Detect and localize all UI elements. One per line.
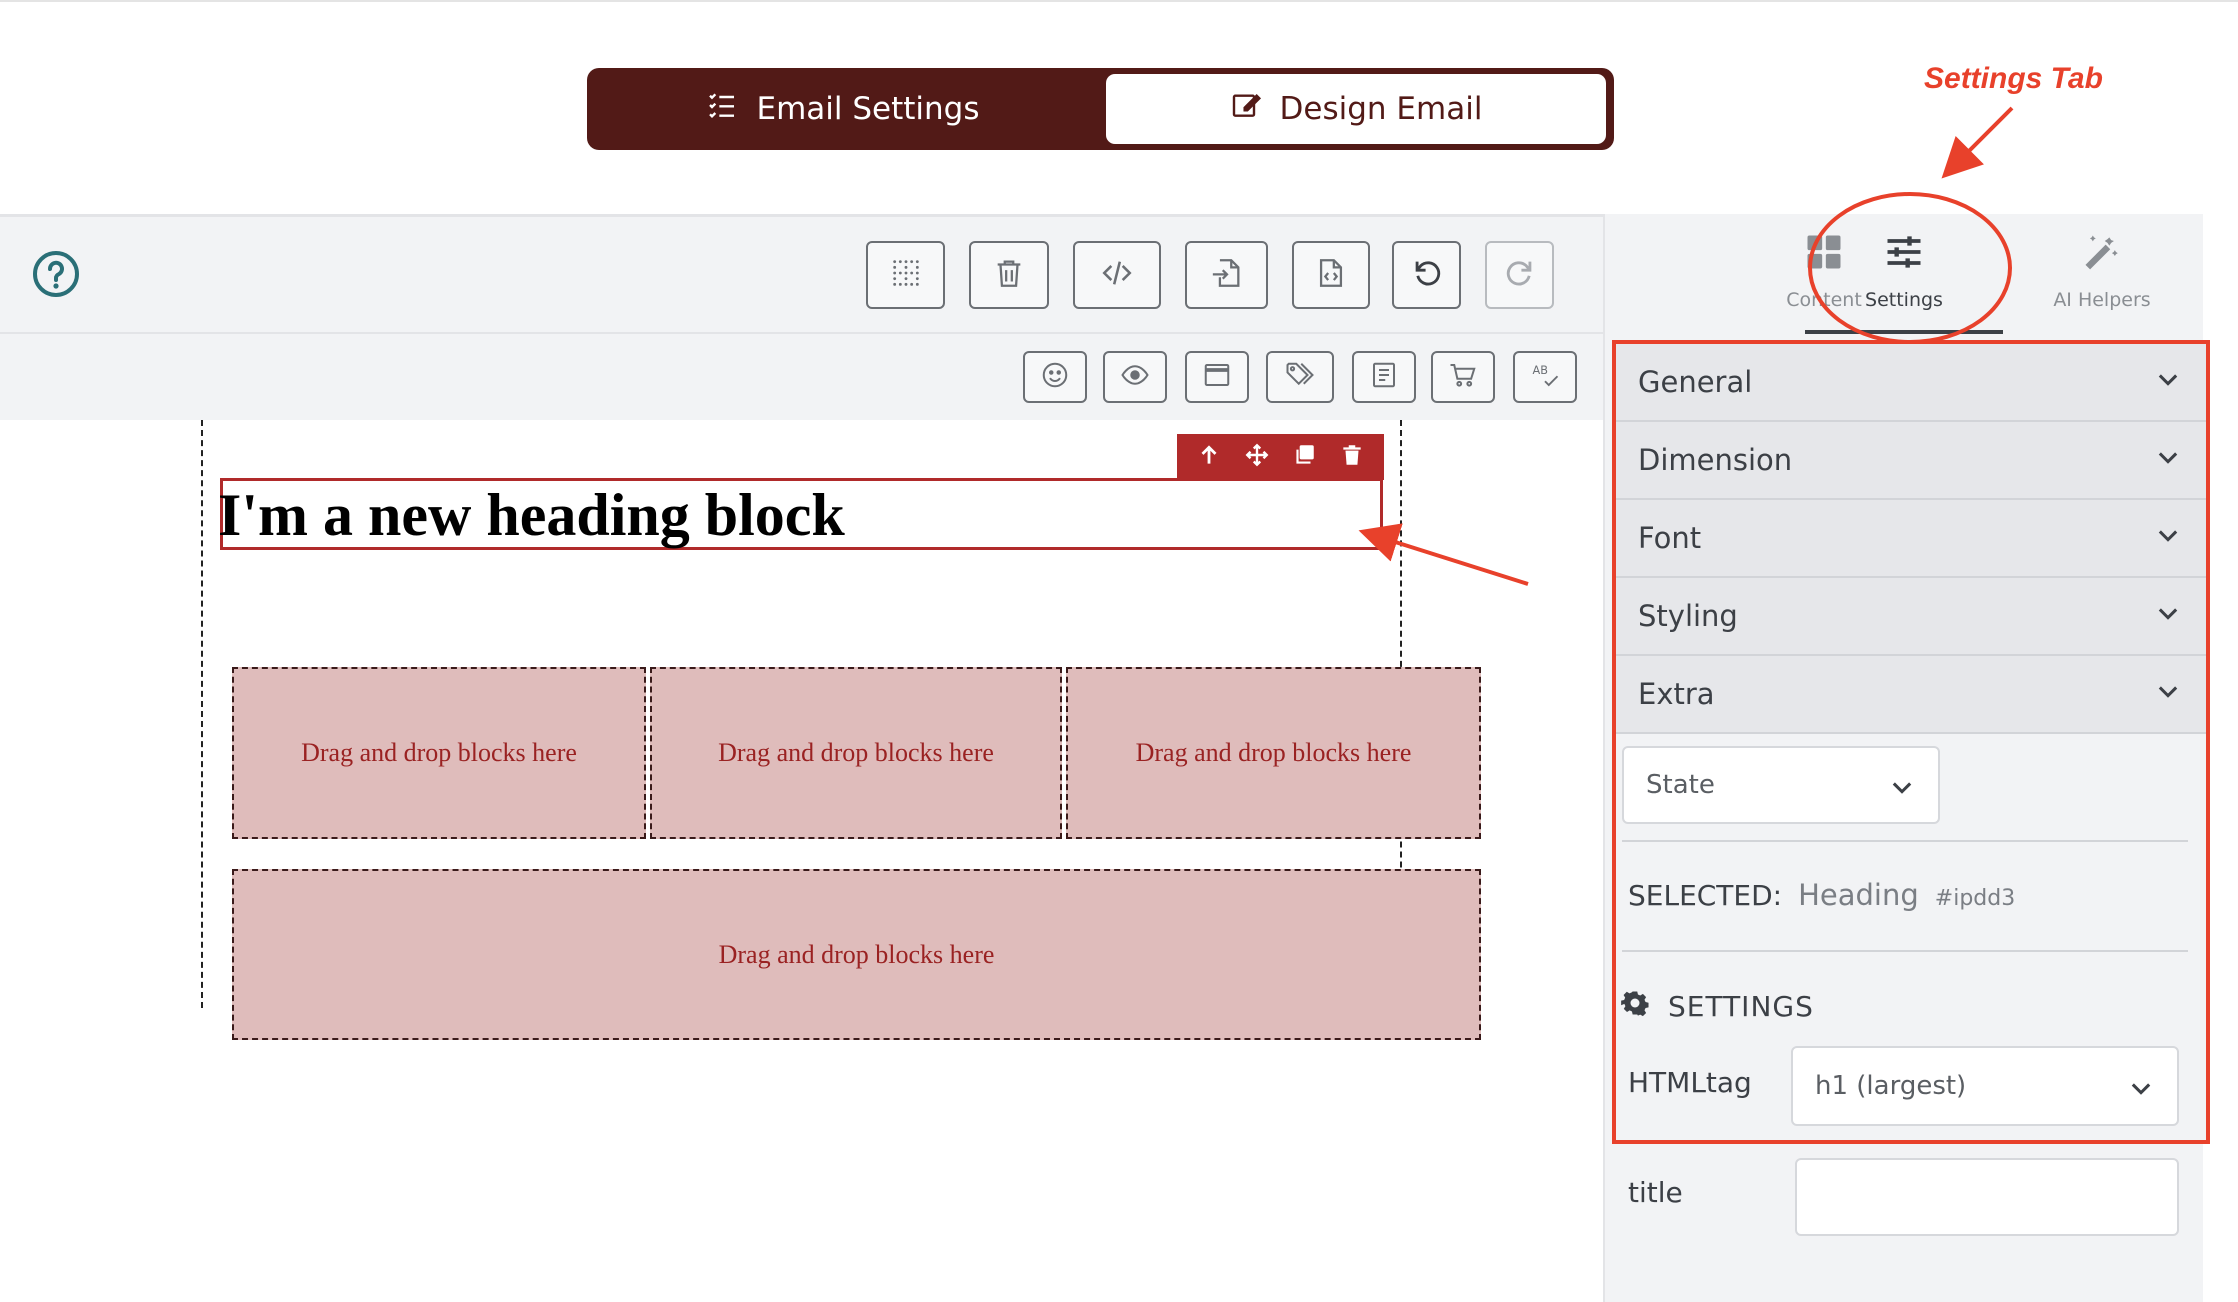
code-icon — [1100, 256, 1134, 295]
sector-font-label: Font — [1638, 521, 1702, 555]
drop-zone-label: Drag and drop blocks here — [718, 939, 995, 969]
form-button[interactable] — [1352, 351, 1416, 403]
tab-ai-helpers-label: AI Helpers — [2053, 289, 2151, 311]
sector-extra[interactable]: Extra — [1616, 656, 2206, 734]
tab-ai-helpers[interactable]: AI Helpers — [2012, 230, 2192, 330]
divider — [1622, 950, 2188, 952]
htmltag-select[interactable]: h1 (largest) — [1791, 1046, 2179, 1126]
view-code-button[interactable] — [1073, 241, 1161, 309]
chevron-down-icon — [2127, 1064, 2155, 1109]
sw-visibility-button[interactable] — [866, 241, 945, 309]
trait-title-label: title — [1628, 1176, 1683, 1209]
selected-name: Heading — [1798, 878, 1919, 912]
drop-zone-cell[interactable]: Drag and drop blocks here — [1066, 667, 1481, 839]
email-settings-label: Email Settings — [756, 91, 980, 127]
redo-icon — [1503, 256, 1537, 295]
divider — [1622, 840, 2188, 842]
htmltag-select-value: h1 (largest) — [1815, 1071, 1967, 1101]
export-icon — [1314, 256, 1348, 295]
arrow-up-icon[interactable] — [1196, 442, 1222, 473]
cart-icon — [1448, 360, 1478, 395]
tags-icon — [1285, 360, 1315, 395]
chevron-down-icon — [2154, 677, 2182, 712]
import-button[interactable] — [1185, 241, 1268, 309]
sector-general-label: General — [1638, 365, 1753, 399]
drop-zone-label: Drag and drop blocks here — [301, 738, 577, 767]
copy-icon[interactable] — [1291, 442, 1317, 473]
drop-zone-label: Drag and drop blocks here — [1135, 738, 1412, 767]
email-settings-button[interactable]: Email Settings — [593, 74, 1093, 144]
undo-icon — [1410, 256, 1444, 295]
gear-icon — [1620, 988, 1650, 1025]
undo-button[interactable] — [1392, 241, 1461, 309]
drop-zone-cell[interactable]: Drag and drop blocks here — [650, 667, 1062, 839]
mode-toggle: Email Settings Design Email — [587, 68, 1614, 150]
design-email-button[interactable]: Design Email — [1106, 74, 1606, 144]
settings-heading: SETTINGS — [1620, 988, 1814, 1025]
state-select-value: State — [1646, 770, 1715, 800]
top-divider — [0, 0, 2238, 4]
chevron-down-icon — [2154, 521, 2182, 556]
sliders-icon — [1882, 230, 1926, 279]
redo-button[interactable] — [1485, 241, 1554, 309]
selected-component: SELECTED: Heading #ipdd3 — [1628, 878, 2015, 912]
sector-extra-label: Extra — [1638, 677, 1715, 711]
sector-font[interactable]: Font — [1616, 500, 2206, 578]
chevron-down-icon — [2154, 365, 2182, 400]
selected-id: #ipdd3 — [1934, 886, 2016, 911]
checklist-icon — [706, 89, 738, 129]
drop-zone-cell[interactable]: Drag and drop blocks here — [232, 869, 1481, 1040]
merge-tags-button[interactable] — [1266, 351, 1334, 403]
form-icon — [1369, 360, 1399, 395]
chevron-down-icon — [2154, 443, 2182, 478]
annotation-arrow-to-tab — [1941, 106, 2014, 179]
sw-visibility-icon — [889, 256, 923, 295]
window-icon — [1202, 360, 1232, 395]
tab-settings-label: Settings — [1865, 289, 1943, 311]
sector-dimension-label: Dimension — [1638, 443, 1793, 477]
help-icon[interactable] — [32, 250, 80, 298]
sector-styling-label: Styling — [1638, 599, 1738, 633]
selected-label: SELECTED: — [1628, 879, 1783, 912]
drop-zone-cell[interactable]: Drag and drop blocks here — [232, 667, 646, 839]
delete-icon[interactable] — [1339, 442, 1365, 473]
block-toolbar — [1177, 434, 1384, 480]
edit-icon — [1230, 89, 1262, 129]
canvas-left-edge — [201, 420, 203, 1008]
chevron-down-icon — [1888, 763, 1916, 808]
spellcheck-button[interactable]: AB — [1513, 351, 1577, 403]
annotation-arrow-to-heading — [1358, 523, 1529, 586]
active-tab-indicator — [1805, 330, 2003, 334]
eye-icon — [1120, 360, 1150, 395]
clear-canvas-button[interactable] — [969, 241, 1049, 309]
trait-htmltag-label: HTMLtag — [1628, 1066, 1752, 1099]
fullscreen-button[interactable] — [1185, 351, 1249, 403]
move-icon[interactable] — [1244, 442, 1270, 473]
sector-dimension[interactable]: Dimension — [1616, 422, 2206, 500]
spellcheck-icon: AB — [1530, 360, 1560, 395]
cart-button[interactable] — [1431, 351, 1495, 403]
heading-block-text[interactable]: I'm a new heading block — [218, 476, 845, 554]
design-email-label: Design Email — [1279, 91, 1483, 127]
chevron-down-icon — [2154, 599, 2182, 634]
annotation-label: Settings Tab — [1924, 62, 2103, 95]
sector-general[interactable]: General — [1616, 344, 2206, 422]
magic-wand-icon — [2080, 230, 2124, 279]
drop-zone-label: Drag and drop blocks here — [718, 738, 994, 767]
import-icon — [1210, 256, 1244, 295]
emoji-button[interactable] — [1023, 351, 1087, 403]
title-input[interactable] — [1795, 1158, 2179, 1236]
svg-text:AB: AB — [1533, 363, 1548, 376]
emoji-icon — [1040, 360, 1070, 395]
state-select[interactable]: State — [1622, 746, 1940, 824]
export-button[interactable] — [1292, 241, 1370, 309]
tab-settings[interactable]: Settings — [1814, 230, 1994, 330]
trash-icon — [992, 256, 1026, 295]
preview-button[interactable] — [1103, 351, 1167, 403]
sector-styling[interactable]: Styling — [1616, 578, 2206, 656]
settings-heading-label: SETTINGS — [1668, 990, 1814, 1023]
